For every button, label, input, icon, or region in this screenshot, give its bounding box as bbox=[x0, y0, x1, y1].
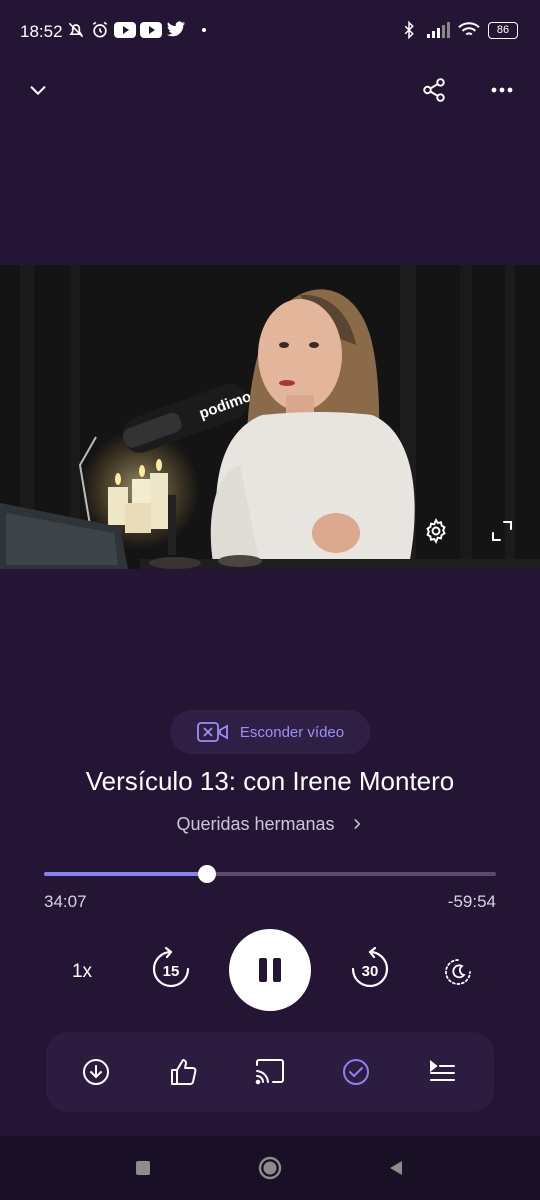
like-icon bbox=[171, 1059, 197, 1085]
elapsed-time: 34:07 bbox=[44, 892, 87, 911]
show-name: Queridas hermanas bbox=[176, 814, 335, 834]
home-button[interactable] bbox=[254, 1152, 286, 1184]
bluetooth-icon bbox=[404, 20, 414, 40]
sleep-timer-icon bbox=[445, 959, 471, 985]
pause-icon bbox=[259, 958, 281, 982]
video-off-icon bbox=[196, 722, 228, 742]
download-button[interactable] bbox=[76, 1052, 116, 1092]
chevron-right-icon bbox=[354, 819, 360, 829]
show-link[interactable]: Queridas hermanas bbox=[0, 814, 540, 835]
play-pause-button[interactable] bbox=[229, 929, 311, 1011]
progress-bar[interactable] bbox=[44, 865, 496, 883]
youtube-icon bbox=[140, 22, 162, 38]
back-button[interactable] bbox=[380, 1152, 412, 1184]
rewind-seconds: 15 bbox=[162, 962, 180, 980]
remaining-time: -59:54 bbox=[447, 892, 496, 911]
queue-icon bbox=[430, 1059, 455, 1081]
youtube-icon bbox=[114, 22, 136, 38]
wifi-icon bbox=[458, 22, 480, 36]
progress-fill bbox=[44, 872, 207, 876]
fullscreen-icon bbox=[492, 521, 512, 541]
video-player[interactable]: podimo bbox=[0, 265, 540, 569]
hide-video-button[interactable]: Esconder vídeo bbox=[170, 710, 370, 754]
episode-title: Versículo 13: con Irene Montero bbox=[85, 766, 455, 796]
mark-played-icon bbox=[343, 1059, 369, 1085]
dot-icon bbox=[202, 28, 206, 32]
twitter-icon bbox=[166, 21, 186, 37]
cast-icon bbox=[255, 1059, 284, 1085]
battery-indicator: 86 bbox=[488, 21, 518, 39]
like-button[interactable] bbox=[164, 1052, 204, 1092]
queue-button[interactable] bbox=[422, 1052, 462, 1092]
fullscreen-button[interactable] bbox=[486, 515, 518, 547]
more-options-button[interactable] bbox=[482, 70, 522, 110]
share-button[interactable] bbox=[414, 70, 454, 110]
triangle-back-icon bbox=[390, 1161, 402, 1175]
alarm-icon bbox=[92, 21, 108, 38]
actions-bar bbox=[46, 1032, 494, 1112]
gear-icon bbox=[426, 518, 446, 544]
chevron-down-icon bbox=[30, 86, 46, 96]
status-icons-right: 86 bbox=[400, 20, 518, 40]
collapse-button[interactable] bbox=[18, 70, 58, 110]
status-bar: 18:52 86 bbox=[0, 0, 540, 64]
sleep-timer-button[interactable] bbox=[440, 954, 476, 990]
share-icon bbox=[423, 78, 445, 102]
video-settings-button[interactable] bbox=[420, 515, 452, 547]
home-circle-icon bbox=[258, 1156, 282, 1180]
more-icon bbox=[491, 87, 513, 93]
rewind-button[interactable]: 15 bbox=[148, 946, 194, 992]
status-time: 18:52 bbox=[20, 22, 63, 41]
cast-button[interactable] bbox=[250, 1052, 290, 1092]
mark-played-button[interactable] bbox=[336, 1052, 376, 1092]
playback-speed-button[interactable]: 1x bbox=[60, 950, 104, 994]
recents-button[interactable] bbox=[127, 1152, 159, 1184]
status-icons-left bbox=[66, 20, 206, 40]
square-icon bbox=[136, 1161, 150, 1175]
progress-thumb[interactable] bbox=[197, 865, 216, 883]
forward-button[interactable]: 30 bbox=[347, 946, 393, 992]
download-icon bbox=[83, 1059, 109, 1085]
bell-off-icon bbox=[68, 22, 84, 38]
forward-seconds: 30 bbox=[361, 962, 379, 980]
signal-icon bbox=[427, 22, 450, 38]
hide-video-label: Esconder vídeo bbox=[239, 723, 345, 741]
video-frame: podimo bbox=[0, 265, 540, 569]
